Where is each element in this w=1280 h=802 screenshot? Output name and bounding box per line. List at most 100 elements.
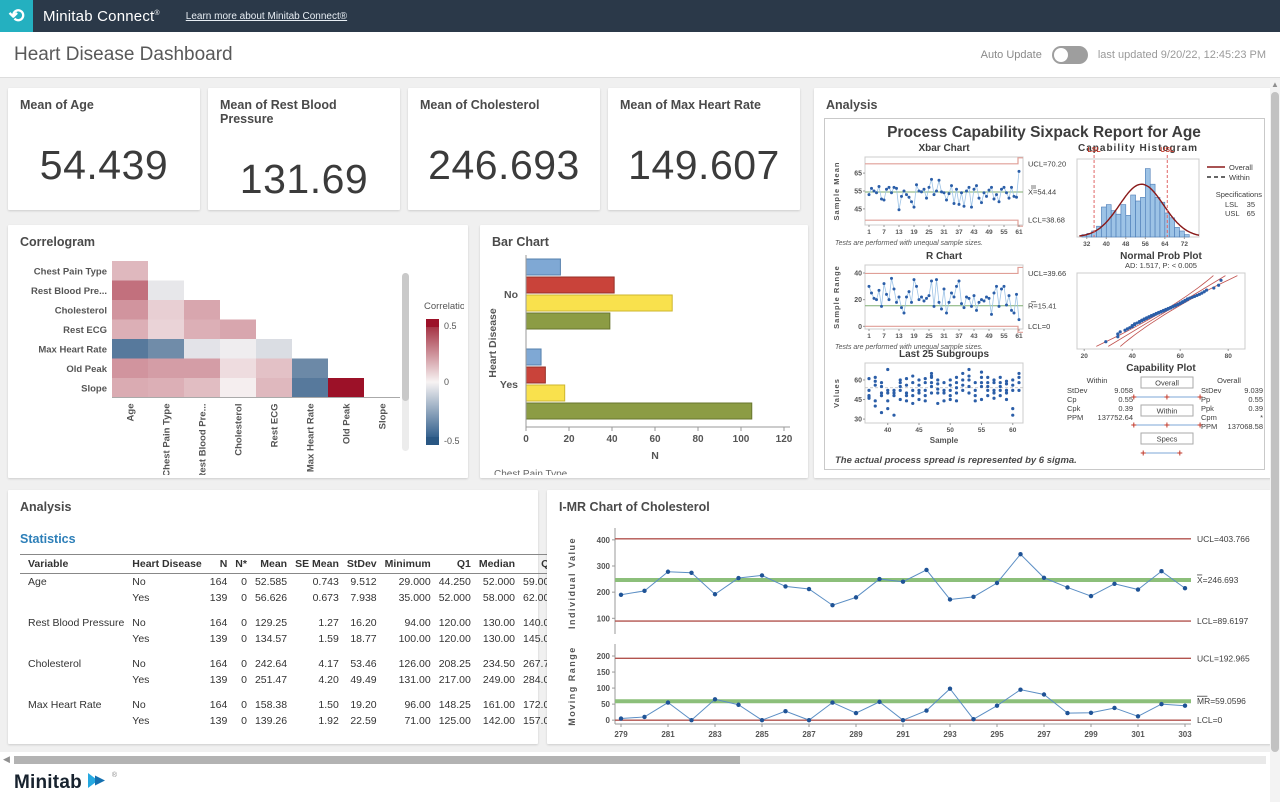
scroll-up-arrow-icon[interactable]: ▲ <box>1270 80 1280 89</box>
svg-text:100: 100 <box>733 434 750 445</box>
svg-text:13: 13 <box>895 333 903 340</box>
svg-text:48: 48 <box>1122 241 1130 248</box>
sync-icon: ⟲ <box>9 7 25 26</box>
stats-col-header: Q1 <box>431 555 471 574</box>
panel-title: I-MR Chart of Cholesterol <box>547 490 1271 518</box>
kpi-card-mean-age: Mean of Age 54.439 <box>8 88 200 210</box>
svg-text:0: 0 <box>606 716 611 725</box>
svg-text:Rest Blood Pre...: Rest Blood Pre... <box>198 404 209 476</box>
svg-text:LCL=0: LCL=0 <box>1028 322 1050 331</box>
svg-text:Values: Values <box>832 378 841 408</box>
table-row: Yes1390251.474.2049.49131.00217.00249.00… <box>20 672 612 688</box>
svg-text:Cp: Cp <box>1067 395 1077 404</box>
svg-text:Pp: Pp <box>1201 395 1210 404</box>
svg-text:72: 72 <box>1181 241 1189 248</box>
auto-update-toggle[interactable] <box>1052 46 1088 64</box>
svg-text:LSL: LSL <box>1225 200 1238 209</box>
svg-text:LSL: LSL <box>1087 147 1101 154</box>
svg-text:MR=59.0596: MR=59.0596 <box>1197 696 1246 706</box>
svg-text:Chest Pain Type: Chest Pain Type <box>34 266 107 277</box>
stats-col-header: SE Mean <box>287 555 339 574</box>
stats-col-header: Heart Disease <box>124 555 201 574</box>
svg-text:Tests are performed with unequ: Tests are performed with unequal sample … <box>835 240 983 247</box>
horizontal-scrollbar[interactable] <box>14 756 1266 764</box>
correlogram-chart: Chest Pain TypeRest Blood Pre...Choleste… <box>12 253 464 475</box>
page-title: Heart Disease Dashboard <box>14 44 233 66</box>
svg-text:9.058: 9.058 <box>1114 386 1133 395</box>
svg-text:Within: Within <box>1229 173 1250 182</box>
vertical-scrollbar-thumb[interactable] <box>1271 92 1279 752</box>
svg-text:X=246.693: X=246.693 <box>1197 575 1239 585</box>
svg-text:50: 50 <box>601 700 610 709</box>
svg-text:Within: Within <box>1087 376 1108 385</box>
vertical-scrollbar[interactable]: ▲ <box>1270 80 1280 802</box>
last-updated-text: last updated 9/20/22, 12:45:23 PM <box>1098 49 1266 61</box>
svg-text:32: 32 <box>1083 241 1091 248</box>
svg-text:N: N <box>651 450 659 462</box>
svg-text:64: 64 <box>1161 241 1169 248</box>
svg-text:1: 1 <box>867 333 871 340</box>
scroll-left-arrow-icon[interactable]: ◀ <box>3 754 10 765</box>
kpi-card-mean-rest-bp: Mean of Rest Blood Pressure 131.69 <box>208 88 400 210</box>
svg-text:40: 40 <box>1103 241 1111 248</box>
kpi-card-mean-cholesterol: Mean of Cholesterol 246.693 <box>408 88 600 210</box>
kpi-value: 54.439 <box>8 142 200 189</box>
svg-text:150: 150 <box>597 668 611 677</box>
svg-text:65: 65 <box>1247 209 1255 218</box>
svg-text:LCL=89.6197: LCL=89.6197 <box>1197 616 1249 626</box>
svg-text:49: 49 <box>985 229 993 236</box>
svg-text:0: 0 <box>523 434 529 445</box>
svg-text:295: 295 <box>990 730 1004 739</box>
svg-text:Slope: Slope <box>378 404 389 430</box>
svg-text:Correlation: Correlation <box>424 301 464 312</box>
svg-text:9.039: 9.039 <box>1244 386 1263 395</box>
svg-text:100: 100 <box>597 684 611 693</box>
trademark-symbol: ® <box>112 772 117 779</box>
minitab-arrow-icon <box>87 772 107 789</box>
kpi-value: 131.69 <box>208 156 400 203</box>
stats-col-header: Variable <box>20 555 124 574</box>
svg-text:PPM: PPM <box>1067 413 1083 422</box>
svg-text:60: 60 <box>854 377 862 384</box>
svg-text:Capability Plot: Capability Plot <box>1126 363 1196 374</box>
horizontal-scrollbar-thumb[interactable] <box>14 756 740 764</box>
panel-title: Analysis <box>814 88 1272 116</box>
svg-text:X=54.44: X=54.44 <box>1028 188 1056 197</box>
svg-text:UCL=70.20: UCL=70.20 <box>1028 159 1066 168</box>
svg-text:25: 25 <box>925 333 933 340</box>
stats-col-header: N* <box>227 555 247 574</box>
svg-text:1: 1 <box>867 229 871 236</box>
svg-text:30: 30 <box>854 417 862 424</box>
svg-text:Overall: Overall <box>1229 163 1253 172</box>
brand-name: Minitab Connect® <box>43 8 160 25</box>
svg-text:Rest Blood Pre...: Rest Blood Pre... <box>31 286 107 297</box>
svg-text:LCL=38.68: LCL=38.68 <box>1028 216 1065 225</box>
learn-more-link[interactable]: Learn more about Minitab Connect® <box>186 11 347 22</box>
svg-text:40: 40 <box>884 427 892 434</box>
svg-text:100: 100 <box>597 614 611 623</box>
svg-text:25: 25 <box>925 229 933 236</box>
svg-text:400: 400 <box>597 536 611 545</box>
svg-text:60: 60 <box>649 434 661 445</box>
svg-text:297: 297 <box>1037 730 1051 739</box>
svg-text:120: 120 <box>776 434 793 445</box>
svg-text:7: 7 <box>882 229 886 236</box>
imr-chart: 100200300400UCL=403.766X=246.693LCL=89.6… <box>551 518 1263 742</box>
svg-text:55: 55 <box>1000 333 1008 340</box>
svg-text:R=15.41: R=15.41 <box>1028 301 1057 310</box>
svg-text:55: 55 <box>978 427 986 434</box>
svg-text:Rest ECG: Rest ECG <box>63 325 107 336</box>
svg-text:R Chart: R Chart <box>926 251 963 262</box>
svg-text:Cpk: Cpk <box>1067 404 1081 413</box>
svg-text:60: 60 <box>1009 427 1017 434</box>
kpi-title: Mean of Cholesterol <box>408 88 600 116</box>
svg-text:USL: USL <box>1225 209 1240 218</box>
kpi-value: 149.607 <box>608 142 800 189</box>
minitab-connect-logo[interactable]: ⟲ <box>0 0 33 32</box>
svg-text:Specifications: Specifications <box>1216 190 1263 199</box>
svg-text:0: 0 <box>444 377 449 387</box>
correlogram-panel: Correlogram Chest Pain TypeRest Blood Pr… <box>8 225 468 478</box>
kpi-title: Mean of Max Heart Rate <box>608 88 800 116</box>
table-row: Rest Blood PressureNo1640129.251.2716.20… <box>20 615 612 631</box>
svg-text:45: 45 <box>854 206 862 213</box>
